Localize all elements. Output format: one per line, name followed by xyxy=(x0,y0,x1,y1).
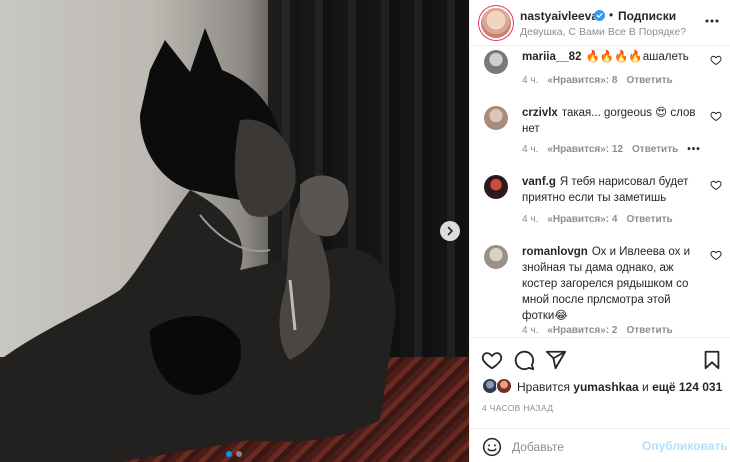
publish-button[interactable]: Опубликовать xyxy=(642,439,728,453)
comment-reply-button[interactable]: Ответить xyxy=(626,214,672,225)
comment-body: crzivlx такая... gorgeous 😍 слов нет xyxy=(522,105,700,137)
bookmark-icon[interactable] xyxy=(701,349,723,371)
comment-username[interactable]: mariia__82 xyxy=(522,51,581,63)
comment-username[interactable]: crzivlx xyxy=(522,107,558,119)
comments-list[interactable]: mariia__82 🔥🔥🔥🔥ашалеть 4 ч. «Нравится»: 8… xyxy=(470,46,730,336)
comment-likes[interactable]: «Нравится»: 12 xyxy=(547,144,623,155)
liker-username[interactable]: yumashkaa xyxy=(573,380,638,394)
post-photo[interactable] xyxy=(0,0,469,462)
comment-text: 🔥🔥🔥🔥ашалеть xyxy=(585,51,689,63)
comment-more-button[interactable]: ••• xyxy=(687,144,701,155)
comment-likes[interactable]: «Нравится»: 4 xyxy=(547,214,617,225)
comment-body: mariia__82 🔥🔥🔥🔥ашалеть xyxy=(522,49,700,65)
likes-text: Нравится yumashkaa и ещё 124 031 xyxy=(517,380,722,394)
comment-time[interactable]: 4 ч. xyxy=(522,214,538,225)
post-timestamp[interactable]: 4 ЧАСОВ НАЗАД xyxy=(482,403,553,413)
post-location[interactable]: Девушка, С Вами Все В Порядке? xyxy=(520,26,686,38)
comment-meta: 4 ч. «Нравится»: 4 Ответить xyxy=(522,214,673,225)
likes-summary: Нравится yumashkaa и ещё 124 031 xyxy=(470,378,730,398)
verified-badge-icon xyxy=(594,10,605,21)
likes-conjunction: и xyxy=(642,380,649,394)
author-username[interactable]: nastyaivleeva xyxy=(520,9,598,23)
photo-figure xyxy=(0,28,396,462)
emoji-icon[interactable] xyxy=(482,437,502,457)
post-header: nastyaivleeva • Подписки Девушка, С Вами… xyxy=(470,0,730,46)
liker-avatar[interactable] xyxy=(496,378,512,394)
comment-avatar[interactable] xyxy=(484,245,508,269)
comment-like-icon[interactable] xyxy=(710,54,722,66)
chevron-right-icon xyxy=(447,226,453,236)
author-avatar[interactable] xyxy=(481,8,511,38)
likes-count[interactable]: ещё 124 031 xyxy=(652,380,722,394)
comment-body: vanf.g Я тебя нарисовал будет приятно есл… xyxy=(522,174,700,206)
likes-prefix: Нравится xyxy=(517,380,570,394)
comment-username[interactable]: vanf.g xyxy=(522,176,556,188)
comment-reply-button[interactable]: Ответить xyxy=(632,144,678,155)
comment-composer: Опубликовать xyxy=(470,428,730,462)
post-side-panel: nastyaivleeva • Подписки Девушка, С Вами… xyxy=(469,0,730,462)
comment-time[interactable]: 4 ч. xyxy=(522,75,538,86)
comment-avatar[interactable] xyxy=(484,50,508,74)
carousel-dot xyxy=(236,451,242,457)
comment-body: romanlovgn Ох и Ивлеева ох и знойная ты д… xyxy=(522,244,700,324)
post-actions xyxy=(470,337,730,381)
comment-time[interactable]: 4 ч. xyxy=(522,325,538,336)
comment-likes[interactable]: «Нравится»: 8 xyxy=(547,75,617,86)
comment-likes[interactable]: «Нравится»: 2 xyxy=(547,325,617,336)
heart-icon[interactable] xyxy=(481,349,503,371)
comment-avatar[interactable] xyxy=(484,106,508,130)
comment-meta: 4 ч. «Нравится»: 2 Ответить xyxy=(522,325,673,336)
carousel-next-button[interactable] xyxy=(440,221,460,241)
more-icon[interactable] xyxy=(704,13,720,29)
comment-like-icon[interactable] xyxy=(710,249,722,261)
carousel-indicator xyxy=(226,451,242,457)
comment-meta: 4 ч. «Нравится»: 12 Ответить ••• xyxy=(522,144,701,155)
comment-like-icon[interactable] xyxy=(710,110,722,122)
comment-meta: 4 ч. «Нравится»: 8 Ответить xyxy=(522,75,673,86)
carousel-dot-active xyxy=(226,451,232,457)
comment-time[interactable]: 4 ч. xyxy=(522,144,538,155)
header-separator: • xyxy=(609,8,614,22)
comment-username[interactable]: romanlovgn xyxy=(522,246,588,258)
comment-reply-button[interactable]: Ответить xyxy=(626,75,672,86)
comment-reply-button[interactable]: Ответить xyxy=(626,325,672,336)
following-button[interactable]: Подписки xyxy=(618,9,676,23)
comment-icon[interactable] xyxy=(513,349,535,371)
comment-input[interactable] xyxy=(512,438,632,456)
comment-like-icon[interactable] xyxy=(710,179,722,191)
comment-avatar[interactable] xyxy=(484,175,508,199)
send-icon[interactable] xyxy=(545,349,567,371)
